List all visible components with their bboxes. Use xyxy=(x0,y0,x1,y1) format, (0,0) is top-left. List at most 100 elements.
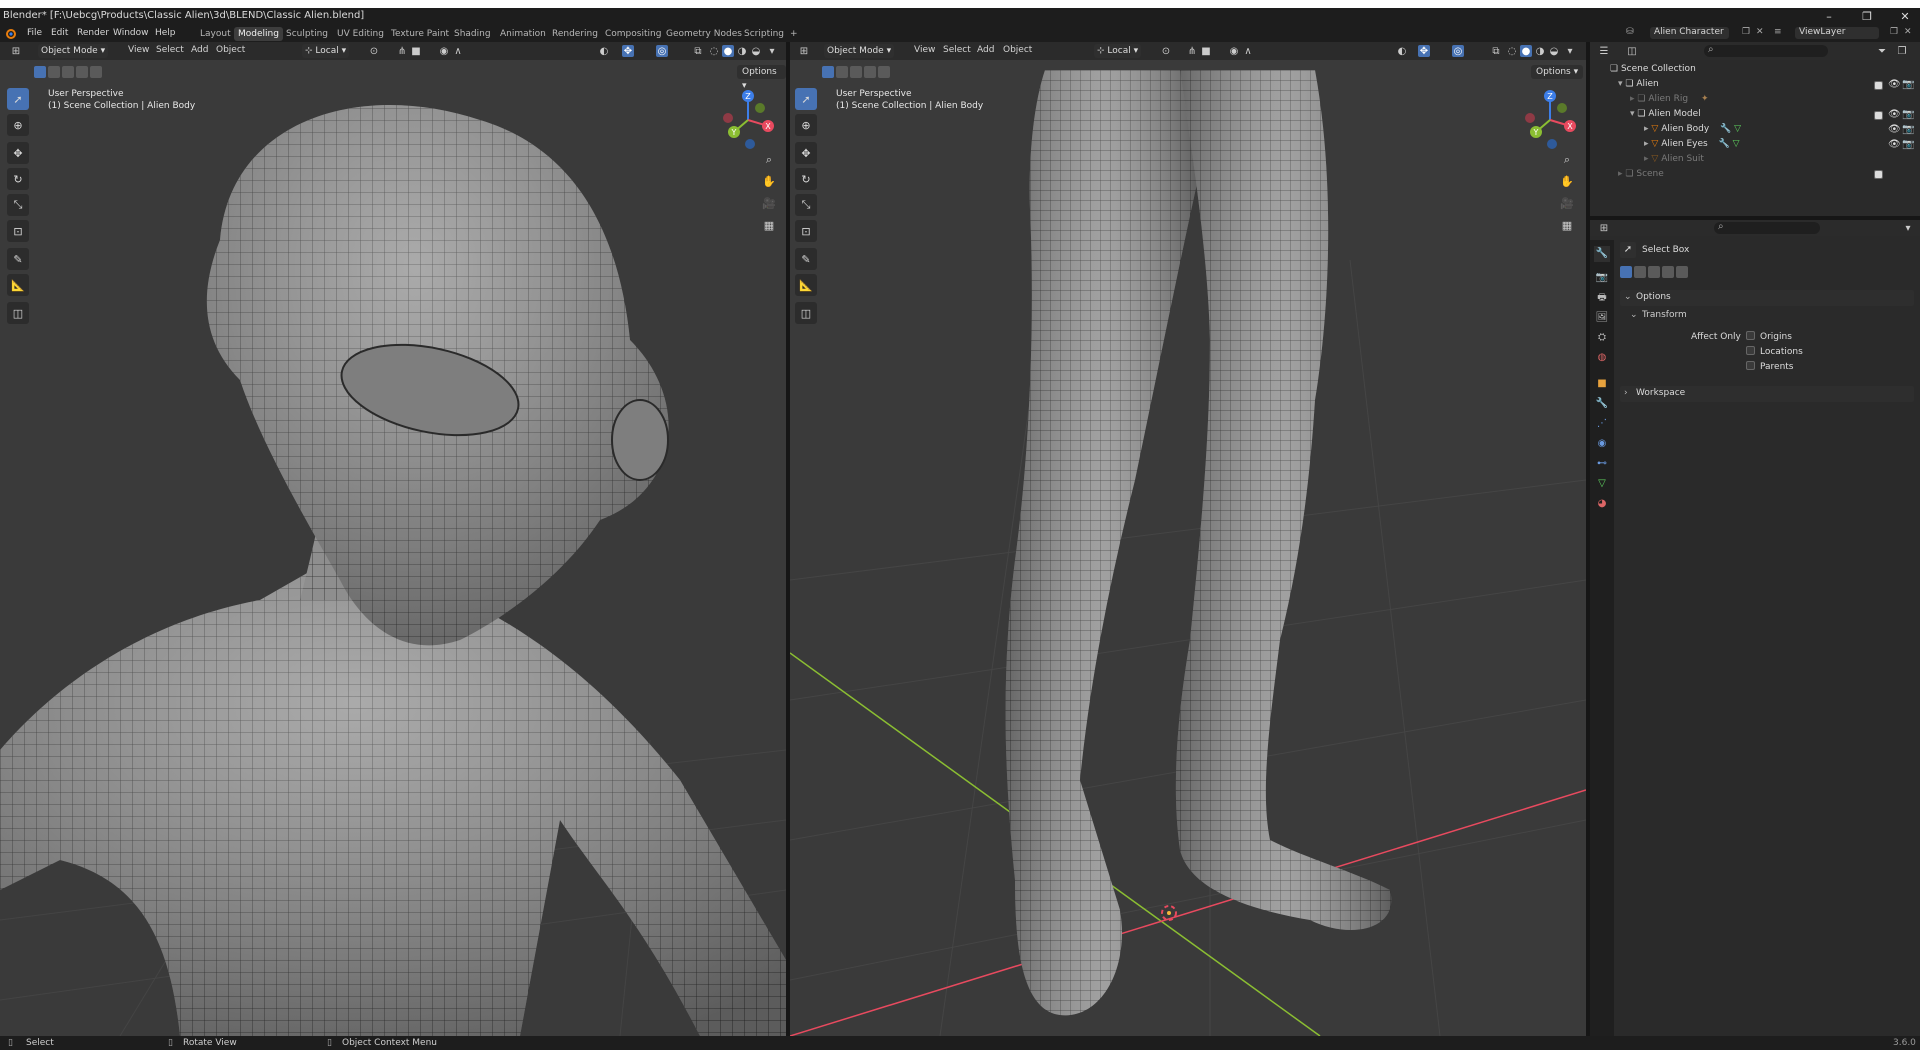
shading-solid-icon[interactable]: ● xyxy=(1520,45,1532,57)
move-tool-icon[interactable]: ✥ xyxy=(7,142,29,164)
outliner-row-alien-suit[interactable]: ▸ ▽ Alien Suit xyxy=(1644,154,1704,168)
add-cube-tool-icon[interactable]: ◫ xyxy=(7,302,29,324)
ortho-grid-icon[interactable]: ▦ xyxy=(1559,218,1575,234)
select-new-icon[interactable] xyxy=(1620,266,1632,278)
scale-tool-icon[interactable]: ⤡ xyxy=(795,194,817,216)
menu-add[interactable]: Add xyxy=(191,45,208,55)
annotate-tool-icon[interactable]: ✎ xyxy=(7,248,29,270)
eye-icon[interactable]: 👁 xyxy=(1888,124,1901,135)
expand-arrow-icon[interactable]: ▸ xyxy=(1630,94,1635,104)
tab-animation[interactable]: Animation xyxy=(496,27,550,41)
menu-file[interactable]: File xyxy=(27,28,42,38)
outliner-row-alien[interactable]: ▾ ❏ Alien xyxy=(1618,79,1659,93)
measure-tool-icon[interactable]: 📐 xyxy=(795,274,817,296)
falloff-icon[interactable]: ∧ xyxy=(452,45,464,57)
tab-compositing[interactable]: Compositing xyxy=(601,27,665,41)
world-tab-icon[interactable]: ◍ xyxy=(1594,350,1610,366)
editor-type-icon[interactable]: ⊞ xyxy=(10,45,22,57)
material-tab-icon[interactable]: ◕ xyxy=(1594,496,1610,512)
expand-arrow-icon[interactable]: ▸ xyxy=(1644,124,1649,134)
shading-material-icon[interactable]: ◑ xyxy=(736,45,748,57)
expand-arrow-icon[interactable]: ▸ xyxy=(1644,154,1649,164)
workspace-panel-header[interactable]: › Workspace xyxy=(1620,386,1914,402)
select-invert-icon[interactable] xyxy=(1662,266,1674,278)
tab-sculpting[interactable]: Sculpting xyxy=(282,27,332,41)
properties-editor-icon[interactable]: ⊞ xyxy=(1598,222,1610,234)
cursor-tool-icon[interactable]: ⊕ xyxy=(795,114,817,136)
menu-object[interactable]: Object xyxy=(1003,45,1032,55)
transform-subpanel-header[interactable]: ⌄ Transform xyxy=(1630,308,1914,324)
tab-shading[interactable]: Shading xyxy=(450,27,495,41)
camera-view-icon[interactable]: 🎥 xyxy=(1559,196,1575,212)
menu-window[interactable]: Window xyxy=(113,28,149,38)
select-extend-icon[interactable] xyxy=(836,66,848,78)
menu-help[interactable]: Help xyxy=(155,28,176,38)
rotate-tool-icon[interactable]: ↻ xyxy=(795,168,817,190)
exclude-checkbox[interactable] xyxy=(1874,80,1883,91)
tab-uv-editing[interactable]: UV Editing xyxy=(333,27,388,41)
outliner-row-scene[interactable]: ▸ ❏ Scene xyxy=(1618,169,1664,183)
shading-rendered-icon[interactable]: ◒ xyxy=(1548,45,1560,57)
gizmo-toggle-icon[interactable]: ✥ xyxy=(1418,45,1430,57)
properties-search-input[interactable] xyxy=(1714,222,1820,234)
add-cube-tool-icon[interactable]: ◫ xyxy=(795,302,817,324)
scale-tool-icon[interactable]: ⤡ xyxy=(7,194,29,216)
minimize-icon[interactable]: – xyxy=(1822,11,1836,23)
viewport-left[interactable]: ⊞ Object Mode ▾ View Select Add Object ⊹… xyxy=(0,42,786,1036)
select-intersect-icon[interactable] xyxy=(90,66,102,78)
select-intersect-icon[interactable] xyxy=(1676,266,1688,278)
visibility-icon[interactable]: ◐ xyxy=(598,45,610,57)
eye-icon[interactable]: 👁 xyxy=(1888,139,1901,150)
zoom-icon[interactable]: ⌕ xyxy=(761,152,777,168)
move-tool-icon[interactable]: ✥ xyxy=(795,142,817,164)
pan-hand-icon[interactable]: ✋ xyxy=(1559,174,1575,190)
select-extend-icon[interactable] xyxy=(1634,266,1646,278)
chevron-down-icon[interactable]: ▾ xyxy=(1902,222,1914,234)
snap-icon[interactable]: ⋔ xyxy=(396,45,408,57)
tab-modeling[interactable]: Modeling xyxy=(234,27,283,41)
ortho-grid-icon[interactable]: ▦ xyxy=(761,218,777,234)
render-tab-icon[interactable]: 📷 xyxy=(1594,270,1610,286)
select-invert-icon[interactable] xyxy=(864,66,876,78)
proportional-edit-icon[interactable]: ◉ xyxy=(438,45,450,57)
select-new-icon[interactable] xyxy=(822,66,834,78)
shading-wireframe-icon[interactable]: ◌ xyxy=(1506,45,1518,57)
data-tab-icon[interactable]: ▽ xyxy=(1594,476,1610,492)
object-tab-icon[interactable]: ■ xyxy=(1594,376,1610,392)
cursor-tool-icon[interactable]: ⊕ xyxy=(7,114,29,136)
outliner-row-alien-model[interactable]: ▾ ❏ Alien Model xyxy=(1630,109,1701,123)
modifier-tab-icon[interactable]: 🔧 xyxy=(1594,396,1610,412)
eye-icon[interactable]: 👁 xyxy=(1888,79,1901,90)
menu-add[interactable]: Add xyxy=(977,45,994,55)
menu-select[interactable]: Select xyxy=(943,45,971,55)
tab-scripting[interactable]: Scripting xyxy=(740,27,788,41)
pivot-icon[interactable]: ⊙ xyxy=(368,45,380,57)
exclude-checkbox[interactable] xyxy=(1874,110,1883,121)
select-subtract-icon[interactable] xyxy=(62,66,74,78)
snap-target-icon[interactable]: ■ xyxy=(1200,45,1212,57)
select-intersect-icon[interactable] xyxy=(878,66,890,78)
camera-render-icon[interactable]: 📷 xyxy=(1902,139,1914,150)
scene-name-field[interactable]: Alien Character xyxy=(1650,27,1729,39)
camera-render-icon[interactable]: 📷 xyxy=(1902,124,1914,135)
view-layer-tab-icon[interactable]: 🖼 xyxy=(1594,310,1610,326)
navigation-gizmo[interactable]: Z X Y xyxy=(716,88,780,152)
select-box-tool-icon[interactable]: ➚ xyxy=(795,88,817,110)
menu-select[interactable]: Select xyxy=(156,45,184,55)
eye-icon[interactable]: 👁 xyxy=(1888,109,1901,120)
select-subtract-icon[interactable] xyxy=(1648,266,1660,278)
rotate-tool-icon[interactable]: ↻ xyxy=(7,168,29,190)
view-layer-icon[interactable]: ≡ xyxy=(1774,27,1782,37)
orientation-dropdown[interactable]: ⊹ Local ▾ xyxy=(302,44,350,58)
shading-options-icon[interactable]: ▾ xyxy=(766,45,778,57)
new-collection-icon[interactable]: ❐ xyxy=(1896,45,1908,57)
transform-tool-icon[interactable]: ⊡ xyxy=(795,220,817,242)
shading-options-icon[interactable]: ▾ xyxy=(1564,45,1576,57)
menu-render[interactable]: Render xyxy=(77,28,109,38)
mode-dropdown[interactable]: Object Mode ▾ xyxy=(824,44,895,58)
expand-arrow-icon[interactable]: ▾ xyxy=(1630,109,1635,119)
pan-hand-icon[interactable]: ✋ xyxy=(761,174,777,190)
snap-target-icon[interactable]: ■ xyxy=(410,45,422,57)
shading-material-icon[interactable]: ◑ xyxy=(1534,45,1546,57)
camera-render-icon[interactable]: 📷 xyxy=(1902,79,1914,90)
